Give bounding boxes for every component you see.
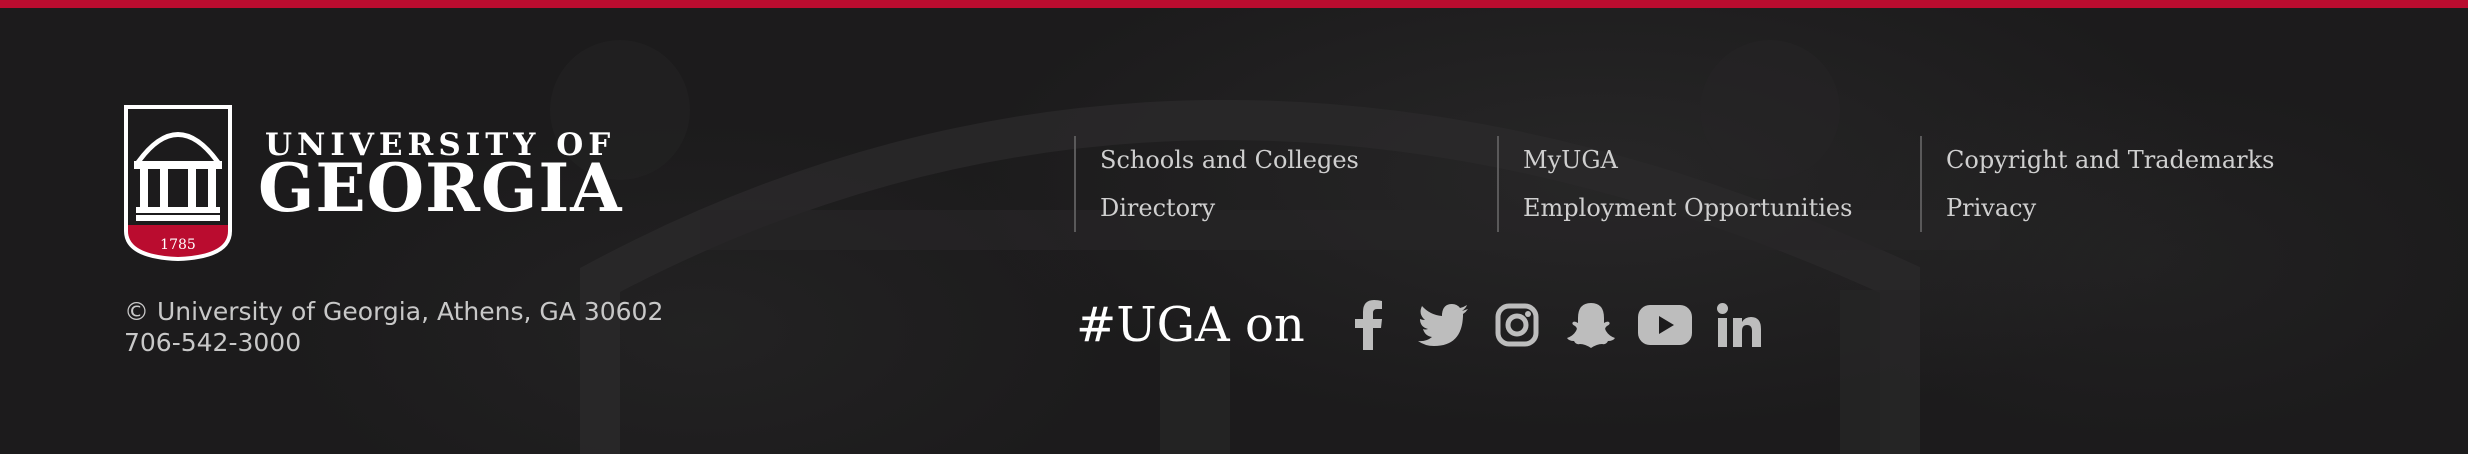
logo-georgia: GEORGIA xyxy=(258,149,623,227)
instagram-icon[interactable] xyxy=(1489,297,1545,353)
social-links: #UGA on xyxy=(1076,290,1767,360)
link-myuga[interactable]: MyUGA xyxy=(1523,136,1852,184)
copyright-address: © University of Georgia, Athens, GA 3060… xyxy=(124,297,664,326)
link-directory[interactable]: Directory xyxy=(1100,184,1359,232)
facebook-icon[interactable] xyxy=(1341,297,1397,353)
footer-links-column-1: Schools and Colleges Directory xyxy=(1074,136,1359,232)
social-label: #UGA on xyxy=(1076,297,1305,353)
linkedin-icon[interactable] xyxy=(1711,297,1767,353)
snapchat-icon[interactable] xyxy=(1563,297,1619,353)
footer-links-column-3: Copyright and Trademarks Privacy xyxy=(1920,136,2275,232)
link-schools-and-colleges[interactable]: Schools and Colleges xyxy=(1100,136,1359,184)
address-block: © University of Georgia, Athens, GA 3060… xyxy=(124,296,663,358)
arch-shield-icon: 1785 xyxy=(124,105,232,261)
footer-links-column-2: MyUGA Employment Opportunities xyxy=(1497,136,1852,232)
youtube-icon[interactable] xyxy=(1637,297,1693,353)
uga-logo[interactable]: 1785 UNIVERSITY OF GEORGIA xyxy=(122,103,622,263)
link-employment-opportunities[interactable]: Employment Opportunities xyxy=(1523,184,1852,232)
site-footer: 1785 UNIVERSITY OF GEORGIA © University … xyxy=(0,0,2468,454)
phone-number: 706-542-3000 xyxy=(124,328,302,357)
svg-text:1785: 1785 xyxy=(160,237,196,253)
link-privacy[interactable]: Privacy xyxy=(1946,184,2275,232)
link-copyright-and-trademarks[interactable]: Copyright and Trademarks xyxy=(1946,136,2275,184)
twitter-icon[interactable] xyxy=(1415,297,1471,353)
